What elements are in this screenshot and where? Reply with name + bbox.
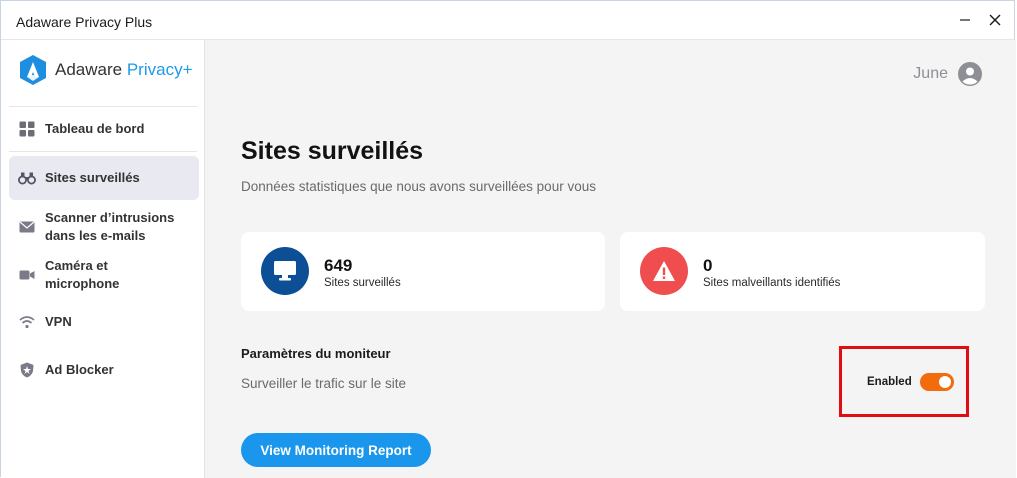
monitor-settings-description: Surveiller le trafic sur le site <box>241 376 407 391</box>
window-title: Adaware Privacy Plus <box>16 14 153 30</box>
sidebar-item-label: Ad Blocker <box>45 362 114 377</box>
sidebar-item-dashboard[interactable]: Tableau de bord <box>9 117 199 141</box>
label-line-1: Scanner d’intrusions <box>45 210 175 225</box>
label-line-2: dans les e-mails <box>45 228 146 243</box>
close-button[interactable] <box>981 7 1009 33</box>
stat-card-monitored: 649 Sites surveillés <box>241 232 605 311</box>
logo-product: Privacy+ <box>126 60 193 79</box>
sidebar-item-label: Scanner d’intrusions dans les e-mails <box>45 209 174 245</box>
monitor-settings-title: Paramètres du moniteur <box>241 346 391 361</box>
app-window: Adaware Privacy Plus Adaware Privacy+ Ta… <box>0 0 1016 478</box>
sidebar-item-label: Caméra et microphone <box>45 257 119 293</box>
camera-icon <box>18 266 36 284</box>
dashboard-icon <box>18 120 36 138</box>
sidebar-divider <box>9 106 197 107</box>
toggle-highlight-box: Enabled <box>839 346 969 417</box>
sidebar-item-label: Tableau de bord <box>45 121 145 136</box>
main-content: June Sites surveillés Données statistiqu… <box>205 40 1016 478</box>
shield-icon <box>18 361 36 379</box>
wifi-icon <box>18 313 36 331</box>
sidebar: Adaware Privacy+ Tableau de bord Sites s… <box>1 40 205 478</box>
sidebar-item-vpn[interactable]: VPN <box>9 312 199 332</box>
toggle-label: Enabled <box>867 376 912 388</box>
app-logo: Adaware Privacy+ <box>18 54 193 86</box>
label-line-1: Caméra et <box>45 258 108 273</box>
view-monitoring-report-button[interactable]: View Monitoring Report <box>241 433 431 467</box>
stat-card-malicious: 0 Sites malveillants identifiés <box>620 232 985 311</box>
minimize-button[interactable] <box>951 7 979 33</box>
sidebar-divider <box>9 151 197 152</box>
mail-icon <box>18 218 36 236</box>
stat-label: Sites surveillés <box>324 277 401 289</box>
binoculars-icon <box>18 169 36 187</box>
sidebar-item-monitored-sites[interactable]: Sites surveillés <box>9 156 199 200</box>
stat-value: 649 <box>324 256 353 275</box>
user-name: June <box>913 65 948 82</box>
sidebar-item-ad-blocker[interactable]: Ad Blocker <box>9 360 199 380</box>
page-subtitle: Données statistiques que nous avons surv… <box>241 179 596 194</box>
sidebar-item-camera-microphone[interactable]: Caméra et microphone <box>9 256 199 294</box>
close-icon <box>989 14 1001 26</box>
toggle-knob <box>939 376 951 388</box>
logo-text: Adaware Privacy+ <box>55 60 193 80</box>
monitor-icon <box>261 247 309 295</box>
warning-icon <box>640 247 688 295</box>
stat-label: Sites malveillants identifiés <box>703 277 841 289</box>
monitor-toggle[interactable] <box>920 373 954 391</box>
title-bar: Adaware Privacy Plus <box>1 1 1014 40</box>
adaware-logo-icon <box>20 55 46 85</box>
sidebar-item-label: Sites surveillés <box>45 170 140 185</box>
label-line-2: microphone <box>45 276 120 291</box>
minimize-icon <box>960 19 970 21</box>
stat-value: 0 <box>703 256 713 275</box>
user-avatar-icon <box>958 62 982 86</box>
user-menu[interactable]: June <box>913 62 982 86</box>
page-title: Sites surveillés <box>241 137 424 165</box>
sidebar-item-email-scanner[interactable]: Scanner d’intrusions dans les e-mails <box>9 208 199 246</box>
sidebar-item-label: VPN <box>45 314 72 329</box>
logo-brand: Adaware <box>55 60 123 79</box>
